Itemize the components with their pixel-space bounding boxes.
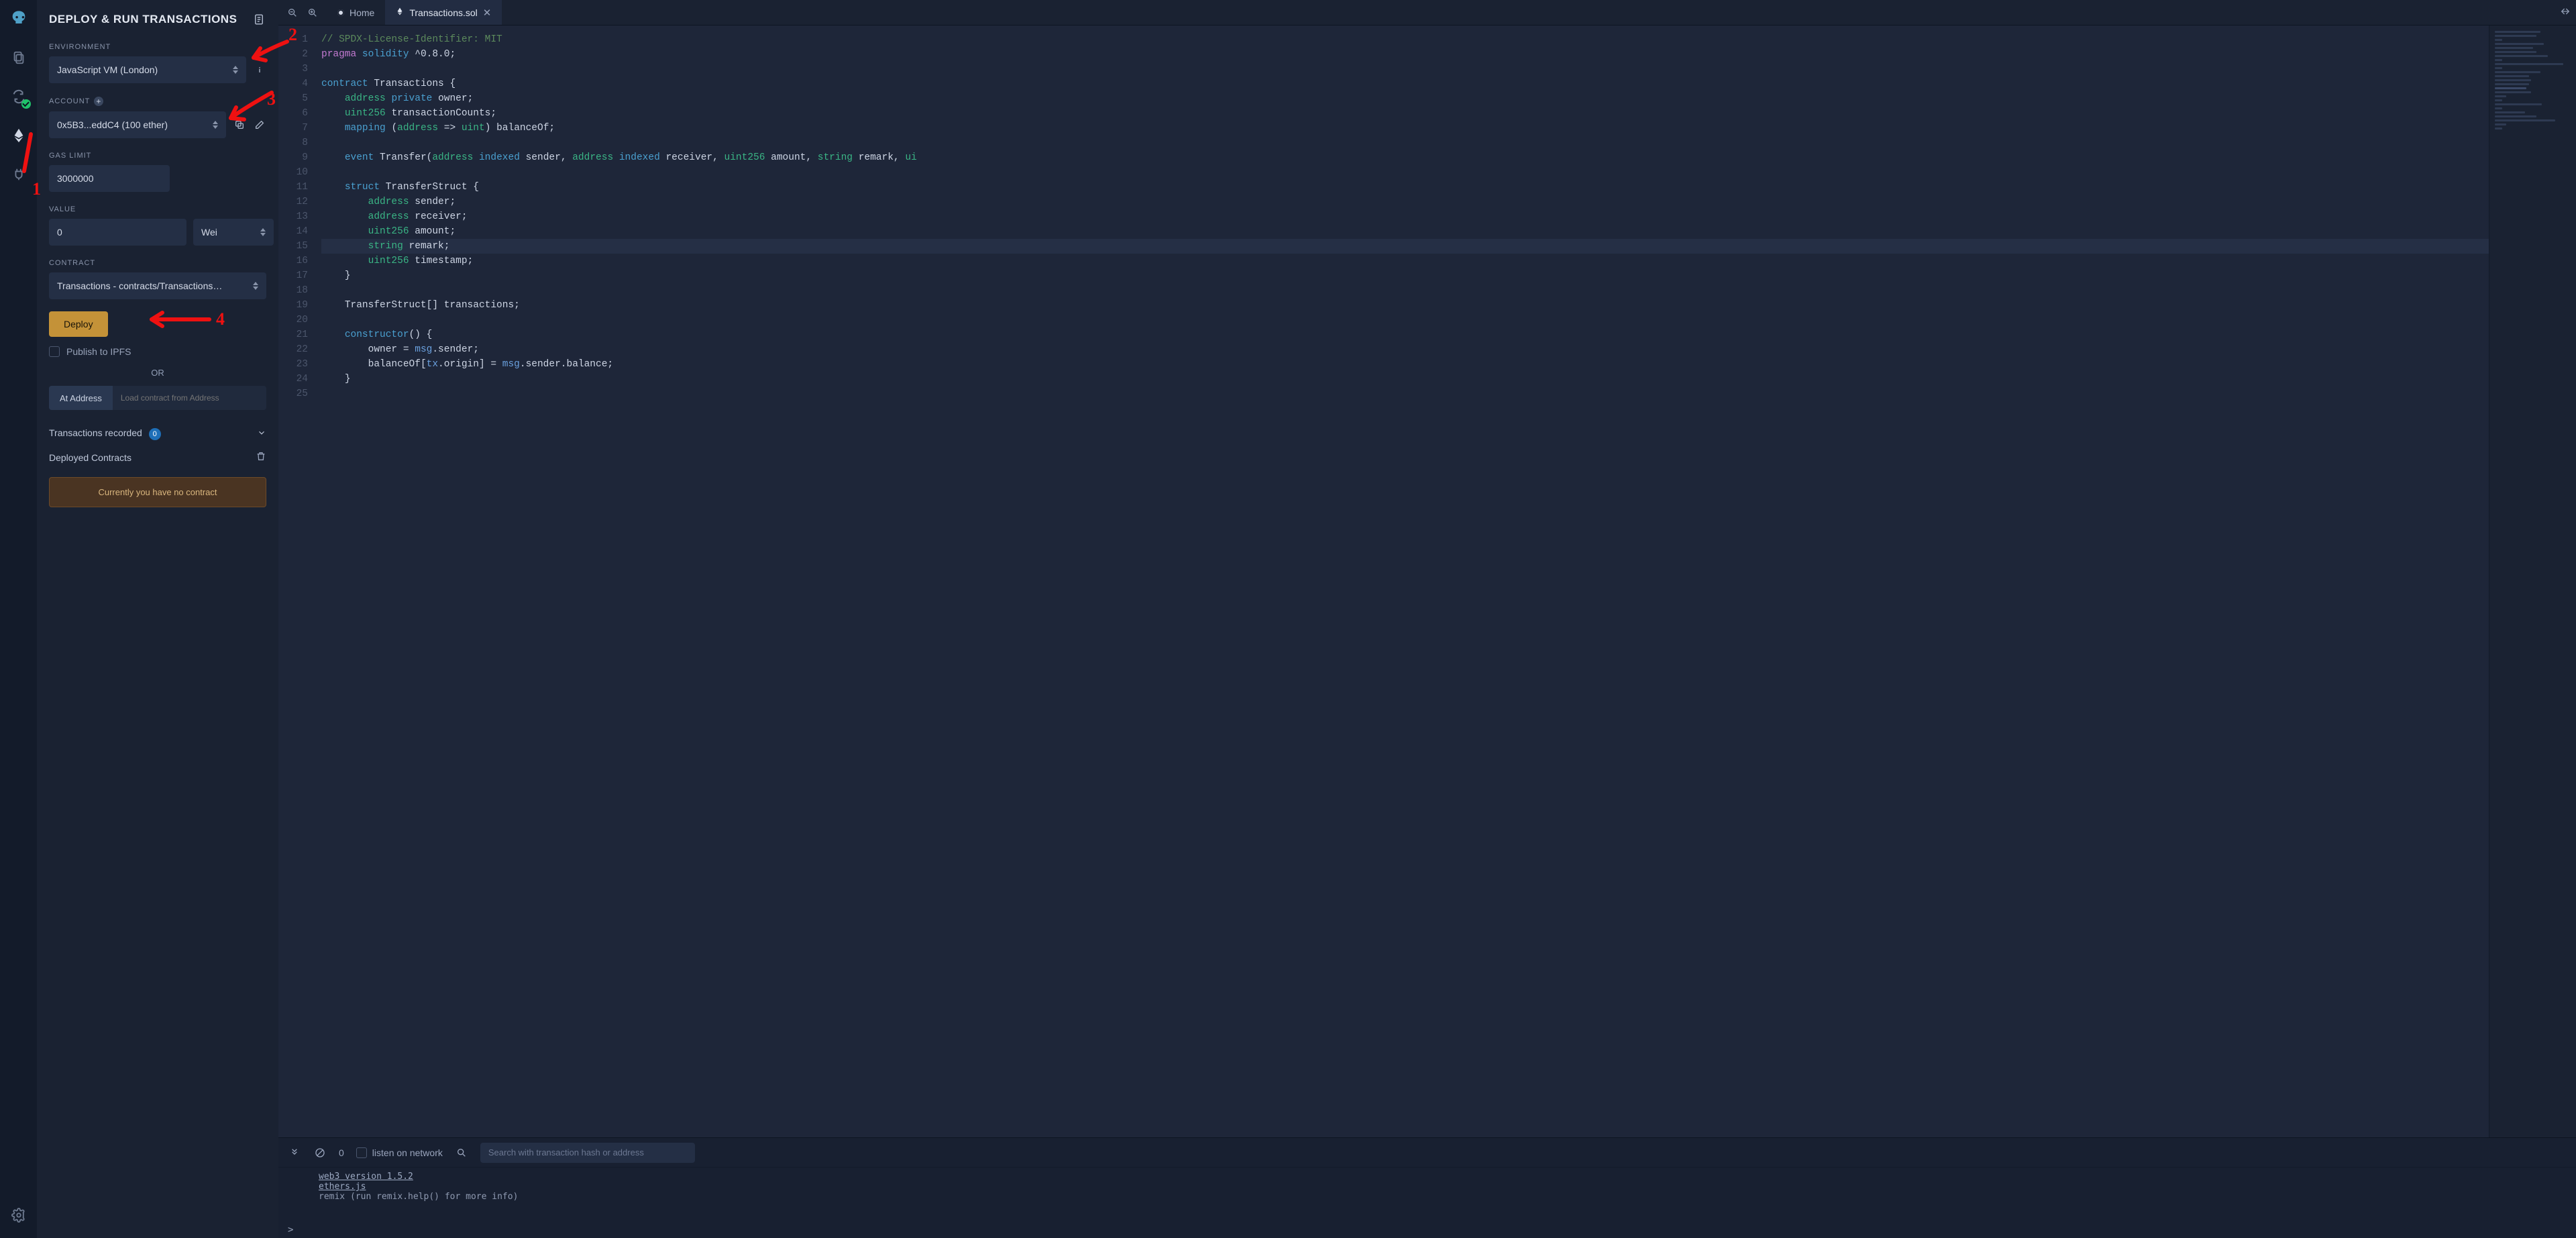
file-explorer-icon[interactable] bbox=[8, 47, 30, 68]
tab-home-label: Home bbox=[350, 7, 374, 18]
add-account-icon[interactable]: + bbox=[94, 97, 103, 106]
tab-file-label: Transactions.sol bbox=[409, 7, 477, 18]
chevron-updown-icon bbox=[213, 121, 218, 129]
zoom-in-icon[interactable] bbox=[305, 5, 320, 20]
chevron-updown-icon bbox=[233, 66, 238, 74]
solidity-file-icon bbox=[396, 7, 404, 18]
minimap[interactable] bbox=[2489, 25, 2576, 1137]
value-unit: Wei bbox=[201, 227, 217, 238]
no-contract-message: Currently you have no contract bbox=[49, 477, 266, 507]
publish-ipfs-checkbox[interactable] bbox=[49, 346, 60, 357]
collapse-terminal-icon[interactable] bbox=[288, 1146, 301, 1159]
account-select[interactable]: 0x5B3...eddC4 (100 ether) bbox=[49, 111, 226, 138]
remix-logo-icon[interactable] bbox=[8, 8, 30, 30]
clear-terminal-icon[interactable] bbox=[313, 1146, 327, 1159]
gas-limit-input[interactable] bbox=[49, 165, 170, 192]
account-label: ACCOUNT + bbox=[49, 97, 266, 106]
pending-tx-count: 0 bbox=[339, 1147, 344, 1158]
line-gutter: 1234567891011121314151617181920212223242… bbox=[278, 25, 317, 1137]
copy-account-icon[interactable] bbox=[233, 118, 246, 132]
tx-recorded-count: 0 bbox=[149, 428, 161, 440]
at-address-input[interactable] bbox=[113, 386, 266, 410]
at-address-button[interactable]: At Address bbox=[49, 386, 113, 410]
value-amount-input[interactable] bbox=[49, 219, 186, 246]
panel-title: DEPLOY & RUN TRANSACTIONS bbox=[49, 13, 237, 26]
compile-ok-badge-icon bbox=[21, 99, 31, 109]
environment-select[interactable]: JavaScript VM (London) bbox=[49, 56, 246, 83]
deployed-contracts-label: Deployed Contracts bbox=[49, 452, 131, 463]
code-content[interactable]: // SPDX-License-Identifier: MITpragma so… bbox=[317, 25, 2489, 1137]
terminal-panel: 0 listen on network web3 version 1.5.2et… bbox=[278, 1137, 2576, 1238]
tab-transactions-sol[interactable]: Transactions.sol ✕ bbox=[385, 0, 502, 25]
contract-value: Transactions - contracts/Transactions.so… bbox=[57, 280, 225, 291]
edit-account-icon[interactable] bbox=[253, 118, 266, 132]
deploy-run-icon[interactable] bbox=[8, 125, 30, 146]
compiler-icon[interactable] bbox=[8, 86, 30, 107]
terminal-search-icon[interactable] bbox=[455, 1146, 468, 1159]
tab-home[interactable]: Home bbox=[327, 0, 385, 25]
terminal-output[interactable]: web3 version 1.5.2ethers.jsremix (run re… bbox=[278, 1168, 2576, 1222]
listen-network-label: listen on network bbox=[372, 1147, 443, 1158]
gas-limit-label: GAS LIMIT bbox=[49, 152, 266, 160]
left-icon-rail bbox=[0, 0, 37, 1238]
terminal-prompt-icon[interactable]: > bbox=[278, 1222, 2576, 1238]
environment-label: ENVIRONMENT bbox=[49, 43, 266, 51]
tx-recorded-row[interactable]: Transactions recorded 0 bbox=[49, 422, 266, 446]
tx-recorded-label: Transactions recorded bbox=[49, 427, 142, 438]
tab-bar: Home Transactions.sol ✕ bbox=[278, 0, 2576, 25]
contract-select[interactable]: Transactions - contracts/Transactions.so… bbox=[49, 272, 266, 299]
deploy-button[interactable]: Deploy bbox=[49, 311, 108, 337]
chevron-down-icon bbox=[257, 428, 266, 440]
listen-network-checkbox[interactable] bbox=[356, 1147, 367, 1158]
tab-close-icon[interactable]: ✕ bbox=[483, 7, 492, 19]
chevron-updown-icon bbox=[253, 282, 258, 290]
deploy-run-panel: DEPLOY & RUN TRANSACTIONS ENVIRONMENT Ja… bbox=[37, 0, 278, 1238]
settings-icon[interactable] bbox=[8, 1204, 30, 1226]
publish-ipfs-label: Publish to IPFS bbox=[66, 346, 131, 357]
terminal-search-input[interactable] bbox=[480, 1143, 695, 1163]
clear-deployed-icon[interactable] bbox=[256, 451, 266, 464]
code-editor[interactable]: 1234567891011121314151617181920212223242… bbox=[278, 25, 2489, 1137]
or-divider: OR bbox=[49, 368, 266, 378]
value-unit-select[interactable]: Wei bbox=[193, 219, 274, 246]
plugin-manager-icon[interactable] bbox=[8, 164, 30, 185]
environment-info-icon[interactable] bbox=[253, 63, 266, 76]
main-area: Home Transactions.sol ✕ 1234567891011121… bbox=[278, 0, 2576, 1238]
zoom-out-icon[interactable] bbox=[285, 5, 300, 20]
expand-right-icon[interactable] bbox=[2560, 6, 2571, 19]
chevron-updown-icon bbox=[260, 228, 266, 236]
panel-doc-icon[interactable] bbox=[252, 12, 266, 27]
account-value: 0x5B3...eddC4 (100 ether) bbox=[57, 119, 168, 130]
environment-value: JavaScript VM (London) bbox=[57, 64, 158, 75]
value-label: VALUE bbox=[49, 205, 266, 213]
contract-label: CONTRACT bbox=[49, 259, 266, 267]
